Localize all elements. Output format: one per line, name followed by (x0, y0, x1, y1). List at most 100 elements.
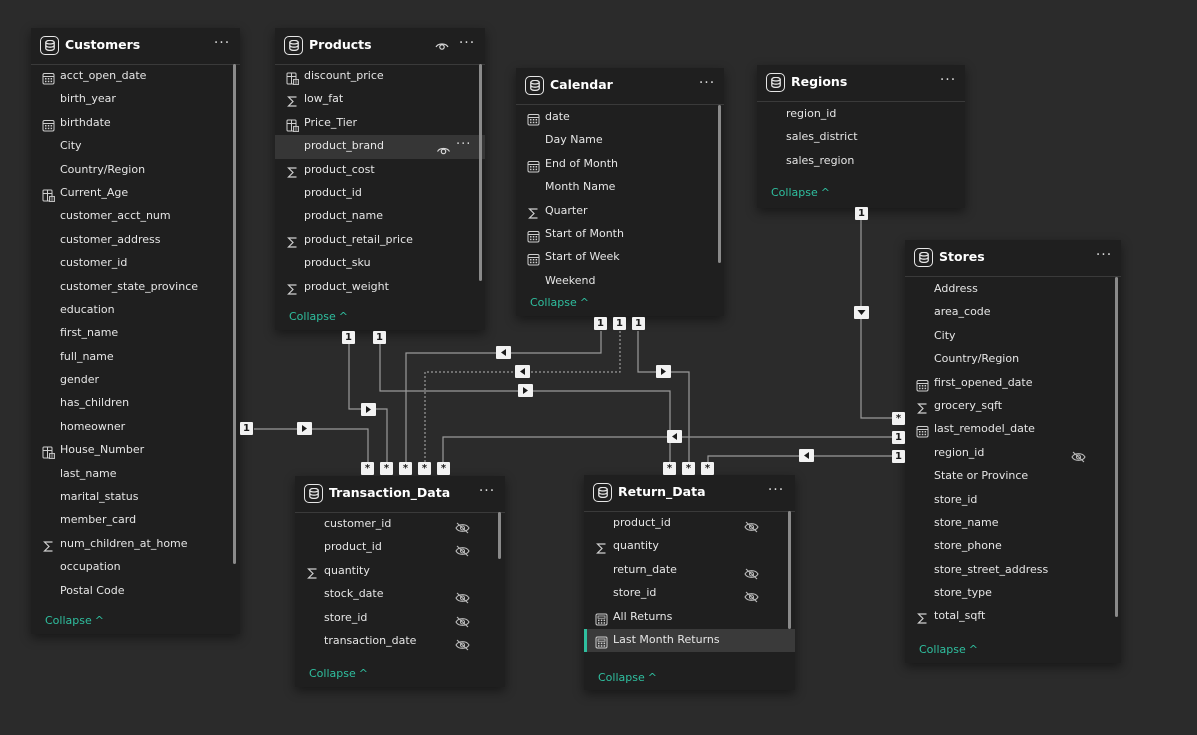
field-row[interactable]: grocery_sqft (905, 395, 1121, 418)
hidden-eye-icon[interactable] (455, 519, 470, 534)
collapse-button[interactable]: Collapse ^ (289, 310, 348, 323)
field-row[interactable]: gender (31, 369, 240, 392)
field-row[interactable]: customer_id (295, 513, 505, 536)
hidden-eye-icon[interactable] (455, 636, 470, 651)
field-row[interactable]: Country/Region (31, 159, 240, 182)
field-row[interactable]: stock_date (295, 583, 505, 606)
field-row[interactable]: store_id (584, 582, 795, 605)
scrollbar[interactable] (498, 512, 501, 559)
table-card-return-data[interactable]: Return_Data ··· product_id quantity return… (584, 475, 795, 690)
table-header[interactable]: Customers ··· (31, 28, 240, 65)
field-row[interactable]: Weekend (516, 270, 724, 293)
field-row[interactable]: customer_state_province (31, 276, 240, 299)
field-row[interactable]: store_street_address (905, 559, 1121, 582)
collapse-button[interactable]: Collapse ^ (45, 614, 104, 627)
field-row[interactable]: store_id (295, 607, 505, 630)
collapse-button[interactable]: Collapse ^ (919, 643, 978, 656)
field-row[interactable]: product_sku (275, 252, 485, 275)
field-row[interactable]: full_name (31, 346, 240, 369)
hidden-eye-icon[interactable] (744, 565, 759, 580)
field-row[interactable]: Country/Region (905, 348, 1121, 371)
field-row[interactable]: last_name (31, 463, 240, 486)
field-row[interactable]: transaction_date (295, 630, 505, 653)
field-row[interactable]: product_cost (275, 159, 485, 182)
field-row[interactable]: occupation (31, 556, 240, 579)
collapse-button[interactable]: Collapse ^ (309, 667, 368, 680)
field-row[interactable]: product_retail_price (275, 229, 485, 252)
scrollbar[interactable] (233, 64, 236, 564)
more-options-icon[interactable]: ··· (1093, 246, 1115, 264)
field-row[interactable]: Start of Week (516, 246, 724, 269)
field-row[interactable]: num_children_at_home (31, 533, 240, 556)
field-row[interactable]: Month Name (516, 176, 724, 199)
filter-direction-right-icon[interactable] (361, 403, 376, 416)
hidden-eye-icon[interactable] (455, 613, 470, 627)
collapse-button[interactable]: Collapse ^ (771, 186, 830, 199)
hidden-eye-icon[interactable] (744, 588, 759, 603)
collapse-button[interactable]: Collapse ^ (598, 671, 657, 684)
field-row[interactable]: member_card (31, 509, 240, 532)
field-row[interactable]: product_brand ··· (275, 135, 485, 159)
table-header[interactable]: Return_Data ··· (584, 475, 795, 512)
eye-icon[interactable] (435, 40, 449, 52)
field-row[interactable]: area_code (905, 301, 1121, 324)
field-row[interactable]: product_id (295, 536, 505, 559)
filter-direction-left-icon[interactable] (667, 430, 682, 443)
scrollbar[interactable] (788, 511, 791, 629)
field-row[interactable]: Postal Code (31, 580, 240, 603)
table-header[interactable]: Regions ··· (757, 65, 965, 102)
field-row[interactable]: product_name (275, 205, 485, 228)
hidden-eye-icon[interactable] (455, 542, 470, 557)
field-row[interactable]: birth_year (31, 88, 240, 111)
field-row[interactable]: quantity (295, 560, 505, 583)
table-card-customers[interactable]: Customers ··· acct_open_date birth_year bi… (31, 28, 240, 634)
more-options-icon[interactable]: ··· (937, 71, 959, 89)
scrollbar[interactable] (718, 105, 721, 263)
more-options-icon[interactable]: ··· (456, 137, 471, 152)
eye-icon[interactable] (436, 141, 451, 155)
table-card-stores[interactable]: Stores ··· Address area_code City Country/R… (905, 240, 1121, 663)
field-row[interactable]: date (516, 106, 724, 129)
table-card-calendar[interactable]: Calendar ··· date Day Name End of Month Mon… (516, 68, 724, 316)
field-row[interactable]: sales_region (757, 150, 965, 173)
more-options-icon[interactable]: ··· (476, 482, 498, 500)
filter-direction-left-icon[interactable] (496, 346, 511, 359)
table-card-regions[interactable]: Regions ··· region_id sales_district sales… (757, 65, 965, 208)
hidden-eye-icon[interactable] (455, 589, 470, 604)
field-row[interactable]: education (31, 299, 240, 322)
field-row[interactable]: Address (905, 278, 1121, 301)
field-row[interactable]: region_id (757, 103, 965, 126)
field-row[interactable]: has_children (31, 392, 240, 415)
field-row[interactable]: City (905, 325, 1121, 348)
field-row[interactable]: Current_Age (31, 182, 240, 205)
field-row[interactable]: customer_address (31, 229, 240, 252)
field-row[interactable]: store_id (905, 489, 1121, 512)
field-row[interactable]: product_id (275, 182, 485, 205)
filter-direction-right-icon[interactable] (297, 422, 312, 435)
table-card-transaction-data[interactable]: Transaction_Data ··· customer_id product_… (295, 476, 505, 687)
field-row[interactable]: acct_open_date (31, 65, 240, 88)
field-row[interactable]: homeowner (31, 416, 240, 439)
filter-direction-right-icon[interactable] (518, 384, 533, 397)
field-row[interactable]: marital_status (31, 486, 240, 509)
more-options-icon[interactable]: ··· (765, 481, 787, 499)
filter-direction-left-icon[interactable] (515, 365, 530, 378)
field-row[interactable]: Day Name (516, 129, 724, 152)
field-row[interactable]: State or Province (905, 465, 1121, 488)
table-header[interactable]: Stores ··· (905, 240, 1121, 277)
table-header[interactable]: Transaction_Data ··· (295, 476, 505, 513)
field-row[interactable]: product_weight (275, 276, 485, 299)
field-row[interactable]: Quarter (516, 200, 724, 223)
field-row[interactable]: customer_acct_num (31, 205, 240, 228)
table-header[interactable]: Products ··· (275, 28, 485, 65)
more-options-icon[interactable]: ··· (696, 74, 718, 92)
field-row[interactable]: first_opened_date (905, 372, 1121, 395)
collapse-button[interactable]: Collapse ^ (530, 296, 589, 309)
hidden-eye-icon[interactable] (1071, 448, 1086, 463)
more-options-icon[interactable]: ··· (456, 34, 478, 52)
field-row[interactable]: sales_district (757, 126, 965, 149)
field-row[interactable]: Last Month Returns (584, 628, 795, 653)
scrollbar[interactable] (479, 64, 482, 281)
hidden-eye-icon[interactable] (744, 518, 759, 533)
field-row[interactable]: birthdate (31, 112, 240, 135)
